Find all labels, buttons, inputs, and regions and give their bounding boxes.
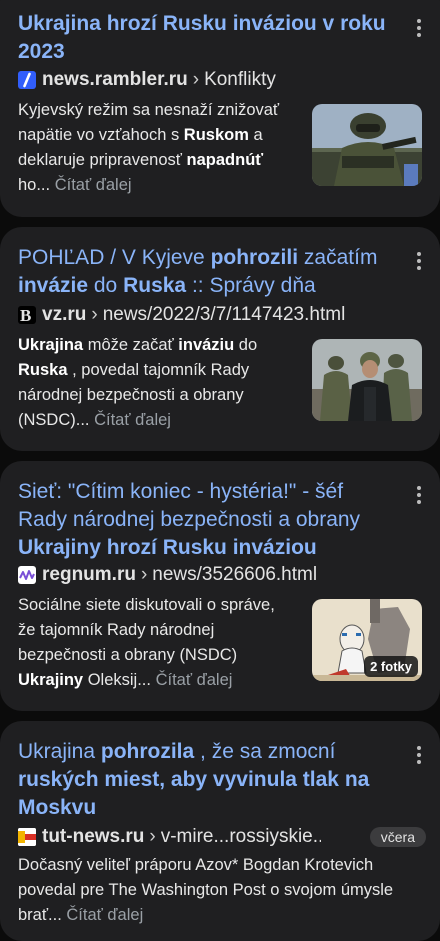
news-feed: Ukrajina hrozí Rusku inváziou v roku 202… (0, 0, 440, 941)
text-segment: ho... (18, 176, 55, 194)
card-thumbnail[interactable]: 2 fotky (312, 599, 422, 681)
card-title[interactable]: Sieť: "Cítim koniec - hystéria!" - šéf R… (18, 478, 396, 562)
source-line[interactable]: news.rambler.ru › Konflikty (18, 68, 426, 92)
read-more-link[interactable]: Čítať ďalej (55, 176, 132, 194)
source-path: news/3526606.html (152, 564, 318, 585)
vz-letter-b-icon: B (18, 306, 36, 324)
card-title[interactable]: Ukrajina pohrozila , že sa zmocní ruskýc… (18, 738, 396, 822)
highlighted-text: inváziu (178, 336, 235, 354)
rambler-slash-icon (18, 71, 36, 89)
more-options-icon[interactable] (412, 483, 426, 507)
source-site: tut-news.ru (42, 826, 145, 847)
source-site: news.rambler.ru (42, 69, 188, 90)
highlighted-text: pohrozila (95, 740, 195, 763)
card-snippet: Sociálne siete diskutovali o správe, že … (18, 593, 288, 693)
text-segment: POHĽAD / V Kyjeve (18, 246, 211, 269)
text-segment: Ukrajina (18, 740, 96, 763)
card-title[interactable]: POHĽAD / V Kyjeve pohrozili začatím invá… (18, 244, 396, 300)
text-segment: začatím (298, 246, 378, 269)
source-path: Konflikty (204, 69, 276, 90)
card-title[interactable]: Ukrajina hrozí Rusku inváziou v roku 202… (18, 10, 396, 66)
source-line[interactable]: tut-news.ru › v-mire...rossiyskie... vče… (18, 825, 426, 849)
svg-text:B: B (20, 306, 31, 324)
breadcrumb-separator: › (192, 69, 200, 90)
source-line[interactable]: B vz.ru › news/2022/3/7/1147423.html (18, 303, 426, 327)
text-segment: môže začať (83, 336, 179, 354)
text-segment: :: Správy dňa (186, 274, 316, 297)
source-line[interactable]: regnum.ru › news/3526606.html (18, 563, 426, 587)
highlighted-text: Ukrajiny hrozí Rusku inváziou (18, 536, 317, 559)
text-segment: do (234, 336, 258, 354)
news-card[interactable]: Sieť: "Cítim koniec - hystéria!" - šéf R… (0, 461, 440, 711)
read-more-link[interactable]: Čítať ďalej (156, 671, 233, 689)
card-snippet: Dočasný veliteľ práporu Azov* Bogdan Kro… (18, 853, 422, 928)
text-segment: , že sa zmocní (194, 740, 336, 763)
news-card[interactable]: POHĽAD / V Kyjeve pohrozili začatím invá… (0, 227, 440, 451)
highlighted-text: Ukrajina hrozí Rusku inváziou v roku 202… (18, 12, 386, 63)
photo-count-badge: 2 fotky (364, 656, 418, 677)
card-thumbnail[interactable] (312, 339, 422, 421)
highlighted-text: pohrozili (210, 246, 299, 269)
highlighted-text: ruských miest, aby vyvinula tlak na Mosk… (18, 768, 370, 819)
source-site: vz.ru (42, 304, 87, 325)
read-more-link[interactable]: Čítať ďalej (94, 411, 171, 429)
highlighted-text: napadnúť (186, 151, 264, 169)
text-segment: do (88, 274, 124, 297)
highlighted-text: Ruska (123, 274, 187, 297)
highlighted-text: Ukrajina (18, 336, 84, 354)
more-options-icon[interactable] (412, 743, 426, 767)
text-segment: Sieť: "Cítim koniec - hystéria!" - šéf R… (18, 480, 361, 531)
tut-news-flag-icon (18, 828, 36, 846)
highlighted-text: Ukrajiny (18, 671, 84, 689)
read-more-link[interactable]: Čítať ďalej (66, 906, 143, 924)
breadcrumb-separator: › (149, 826, 156, 847)
breadcrumb-separator: › (140, 564, 148, 585)
breadcrumb-separator: › (91, 304, 98, 325)
more-options-icon[interactable] (412, 16, 426, 40)
card-thumbnail[interactable] (312, 104, 422, 186)
news-card[interactable]: Ukrajina pohrozila , že sa zmocní ruskýc… (0, 721, 440, 941)
card-snippet: Kyjevský režim sa nesnaží znižovať napät… (18, 98, 288, 198)
news-card[interactable]: Ukrajina hrozí Rusku inváziou v roku 202… (0, 0, 440, 217)
highlighted-text: invázie (18, 274, 89, 297)
regnum-wave-icon (18, 566, 36, 584)
source-path: news/2022/3/7/1147423.html (102, 304, 346, 325)
text-segment: Oleksij... (83, 671, 156, 689)
text-segment: Sociálne siete diskutovali o správe, že … (18, 596, 275, 664)
source-path: v-mire...rossiyskie... (160, 826, 321, 847)
card-snippet: Ukrajina môže začať inváziu do Ruska , p… (18, 333, 288, 433)
more-options-icon[interactable] (412, 249, 426, 273)
source-site: regnum.ru (42, 564, 136, 585)
date-chip: včera (369, 827, 426, 847)
highlighted-text: Ruska (18, 361, 68, 379)
highlighted-text: Ruskom (183, 126, 249, 144)
